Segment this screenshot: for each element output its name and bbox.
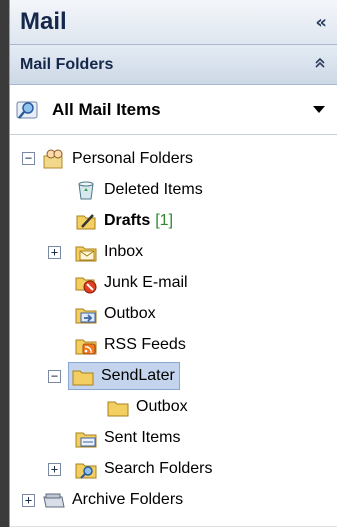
tree-item-sent-items[interactable]: Sent Items	[74, 425, 180, 451]
rss-icon	[74, 334, 98, 356]
section-title: Mail Folders	[20, 55, 114, 73]
expand-archive-folders-button[interactable]: +	[22, 494, 35, 507]
tree-item-personal-folders[interactable]: Personal Folders	[42, 146, 193, 172]
tree-item-inbox[interactable]: Inbox	[74, 239, 143, 265]
drafts-pencil-icon	[74, 210, 98, 232]
outbox-icon	[74, 303, 98, 325]
tree-item-deleted-items[interactable]: Deleted Items	[74, 177, 203, 203]
tree-item-label: Drafts	[104, 212, 151, 229]
inbox-icon	[74, 241, 98, 263]
expand-inbox-button[interactable]: +	[48, 246, 61, 259]
sent-items-icon	[74, 427, 98, 449]
archive-folders-icon	[42, 489, 66, 511]
junk-email-icon	[74, 272, 98, 294]
search-folder-icon	[16, 99, 40, 121]
tree-item-label: Outbox	[104, 305, 156, 322]
collapse-pane-button[interactable]: «	[315, 12, 327, 33]
pane-title: Mail	[20, 8, 67, 35]
collapse-personal-folders-button[interactable]: −	[22, 152, 35, 165]
tree-item-label: Deleted Items	[104, 181, 203, 198]
personal-folders-icon	[42, 148, 66, 170]
tree-item-sendlater-outbox[interactable]: Outbox	[106, 394, 188, 420]
all-mail-items-label: All Mail Items	[52, 99, 161, 119]
mail-items-left: All Mail Items	[16, 99, 161, 121]
search-folder-icon	[74, 458, 98, 480]
section-collapse-icon[interactable]	[313, 56, 327, 74]
tree-item-outbox[interactable]: Outbox	[74, 301, 156, 327]
tree-item-label: Outbox	[136, 398, 188, 415]
left-frame-border	[0, 0, 9, 527]
mail-folders-header[interactable]: Mail Folders	[10, 45, 337, 85]
tree-item-label: Sent Items	[104, 429, 181, 446]
all-mail-items-dropdown[interactable]: All Mail Items	[10, 85, 337, 135]
trash-icon	[74, 179, 98, 201]
tree-item-label: Personal Folders	[72, 150, 193, 167]
tree-item-label: Search Folders	[104, 460, 213, 477]
tree-item-junk-email[interactable]: Junk E-mail	[74, 270, 188, 296]
pane-header: Mail «	[10, 0, 337, 45]
collapse-sendlater-button[interactable]: −	[48, 370, 61, 383]
tree-item-sendlater[interactable]: SendLater	[68, 362, 180, 390]
tree-item-label: RSS Feeds	[104, 336, 186, 353]
chevron-down-icon[interactable]	[313, 106, 325, 113]
expand-search-folders-button[interactable]: +	[48, 463, 61, 476]
tree-item-label: Inbox	[104, 243, 144, 260]
tree-item-label: Junk E-mail	[104, 274, 188, 291]
unread-count: [1]	[155, 212, 174, 229]
tree-item-label: Archive Folders	[72, 491, 184, 508]
tree-item-search-folders[interactable]: Search Folders	[74, 456, 213, 482]
folder-icon	[106, 396, 130, 418]
tree-item-label: SendLater	[101, 367, 175, 384]
tree-item-rss-feeds[interactable]: RSS Feeds	[74, 332, 186, 358]
folder-icon	[71, 365, 95, 387]
tree-item-drafts[interactable]: Drafts [1]	[74, 208, 173, 234]
tree-item-archive-folders[interactable]: Archive Folders	[42, 487, 183, 513]
navigation-pane: Mail « Mail Folders All Mail Items − Per…	[9, 0, 337, 527]
